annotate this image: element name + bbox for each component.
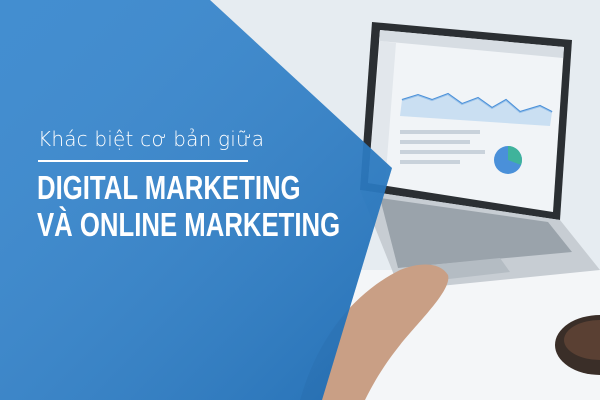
screen-row xyxy=(400,130,480,134)
screen-row xyxy=(400,140,470,144)
blog-banner: Khác biệt cơ bản giữa DIGITAL MARKETING … xyxy=(0,0,600,400)
subtitle-underline xyxy=(38,160,248,162)
banner-headline-line2: VÀ ONLINE MARKETING xyxy=(37,206,341,243)
banner-headline-line1: DIGITAL MARKETING xyxy=(37,169,301,206)
screen-row xyxy=(400,160,460,164)
banner-subtitle: Khác biệt cơ bản giữa xyxy=(38,127,265,151)
laptop-illustration xyxy=(360,22,600,290)
screen-row xyxy=(400,150,485,154)
